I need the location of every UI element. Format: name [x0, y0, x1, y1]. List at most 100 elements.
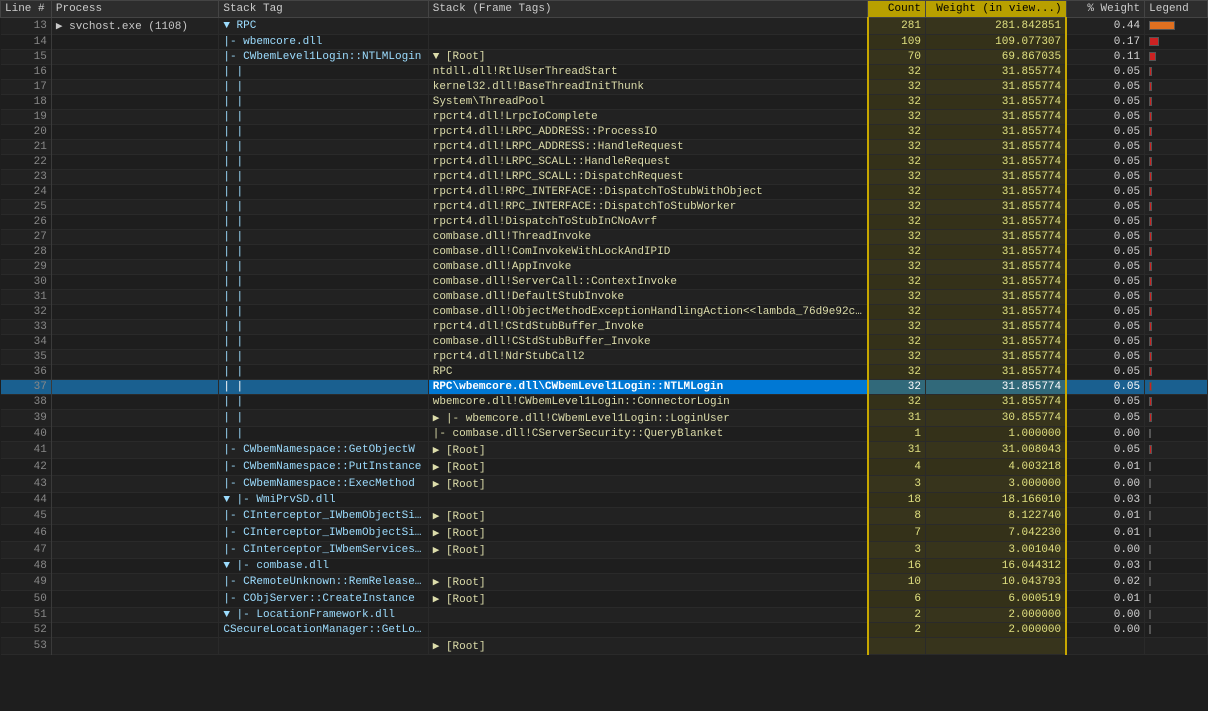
table-row[interactable]: 27 | |combase.dll!ThreadInvoke3231.85577…	[1, 230, 1208, 245]
table-row[interactable]: 22 | |rpcrt4.dll!LRPC_SCALL::HandleReque…	[1, 155, 1208, 170]
cell-process	[51, 493, 218, 508]
legend-bar	[1149, 21, 1175, 30]
table-row[interactable]: 16 | |ntdll.dll!RtlUserThreadStart3231.8…	[1, 65, 1208, 80]
table-row[interactable]: 41 |- CWbemNamespace::GetObjectW▶ [Root]…	[1, 442, 1208, 459]
table-row[interactable]: 34 | |combase.dll!CStdStubBuffer_Invoke3…	[1, 335, 1208, 350]
table-row[interactable]: 29 | |combase.dll!AppInvoke3231.8557740.…	[1, 260, 1208, 275]
cell-stack-tag: ▼ |- WmiPrvSD.dll	[219, 493, 428, 508]
cell-line: 33	[1, 320, 52, 335]
cell-process	[51, 260, 218, 275]
table-row[interactable]: 13▶ svchost.exe (1108)▼ RPC281281.842851…	[1, 18, 1208, 35]
legend-bar	[1149, 382, 1152, 391]
cell-frame-tags: combase.dll!ThreadInvoke	[428, 230, 868, 245]
cell-process	[51, 290, 218, 305]
legend-bar	[1149, 397, 1152, 406]
header-legend[interactable]: Legend	[1145, 1, 1208, 18]
legend-bar	[1149, 37, 1159, 46]
table-row[interactable]: 18 | |System\ThreadPool3231.8557740.05	[1, 95, 1208, 110]
table-row[interactable]: 39 | |▶ |- wbemcore.dll!CWbemLevel1Login…	[1, 410, 1208, 427]
table-row[interactable]: 23 | |rpcrt4.dll!LRPC_SCALL::DispatchReq…	[1, 170, 1208, 185]
table-row[interactable]: 50 |- CObjServer::CreateInstance▶ [Root]…	[1, 591, 1208, 608]
cell-stack-tag: |- CWbemNamespace::GetObjectW	[219, 442, 428, 459]
cell-legend	[1145, 215, 1208, 230]
table-row[interactable]: 24 | |rpcrt4.dll!RPC_INTERFACE::Dispatch…	[1, 185, 1208, 200]
table-row[interactable]: 28 | |combase.dll!ComInvokeWithLockAndIP…	[1, 245, 1208, 260]
cell-process	[51, 638, 218, 655]
cell-frame-tags: RPC\wbemcore.dll\CWbemLevel1Login::NTLML…	[428, 380, 868, 395]
header-line[interactable]: Line #	[1, 1, 52, 18]
table-row[interactable]: 35 | |rpcrt4.dll!NdrStubCall23231.855774…	[1, 350, 1208, 365]
cell-frame-tags: System\ThreadPool	[428, 95, 868, 110]
main-table-container[interactable]: Line # Process Stack Tag Stack (Frame Ta…	[0, 0, 1208, 711]
table-row[interactable]: 33 | |rpcrt4.dll!CStdStubBuffer_Invoke32…	[1, 320, 1208, 335]
profiler-table: Line # Process Stack Tag Stack (Frame Ta…	[0, 0, 1208, 655]
cell-legend	[1145, 155, 1208, 170]
cell-frame-tags: ▶ [Root]	[428, 508, 868, 525]
table-row[interactable]: 45 |- CInterceptor_IWbemObjectSink::SetS…	[1, 508, 1208, 525]
legend-bar	[1149, 445, 1152, 454]
legend-bar	[1149, 52, 1156, 61]
table-row[interactable]: 14 |- wbemcore.dll109109.0773070.17	[1, 35, 1208, 50]
cell-stack-tag: | |	[219, 230, 428, 245]
table-row[interactable]: 32 | |combase.dll!ObjectMethodExceptionH…	[1, 305, 1208, 320]
table-row[interactable]: 37 | |RPC\wbemcore.dll\CWbemLevel1Login:…	[1, 380, 1208, 395]
table-row[interactable]: 49 |- CRemoteUnknown::RemReleaseWorker▶ …	[1, 574, 1208, 591]
table-row[interactable]: 17 | |kernel32.dll!BaseThreadInitThunk32…	[1, 80, 1208, 95]
cell-count: 32	[868, 305, 926, 320]
header-weight[interactable]: Weight (in view...)	[925, 1, 1066, 18]
table-row[interactable]: 15 |- CWbemLevel1Login::NTLMLogin▼ [Root…	[1, 50, 1208, 65]
cell-line: 53	[1, 638, 52, 655]
cell-pct-weight: 0.05	[1066, 140, 1145, 155]
cell-pct-weight: 0.17	[1066, 35, 1145, 50]
header-process[interactable]: Process	[51, 1, 218, 18]
cell-process	[51, 380, 218, 395]
cell-legend	[1145, 542, 1208, 559]
table-row[interactable]: 43 |- CWbemNamespace::ExecMethod▶ [Root]…	[1, 476, 1208, 493]
cell-weight: 31.855774	[925, 140, 1066, 155]
table-row[interactable]: 48 ▼ |- combase.dll1616.0443120.03	[1, 559, 1208, 574]
table-row[interactable]: 42 |- CWbemNamespace::PutInstance▶ [Root…	[1, 459, 1208, 476]
cell-weight: 31.855774	[925, 290, 1066, 305]
table-row[interactable]: 26 | |rpcrt4.dll!DispatchToStubInCNoAvrf…	[1, 215, 1208, 230]
legend-bar	[1149, 157, 1152, 166]
cell-line: 47	[1, 542, 52, 559]
table-row[interactable]: 52 CSecureLocationManager::GetLocationSe…	[1, 623, 1208, 638]
table-row[interactable]: 44 ▼ |- WmiPrvSD.dll1818.1660100.03	[1, 493, 1208, 508]
legend-bar	[1149, 610, 1151, 619]
cell-line: 24	[1, 185, 52, 200]
cell-count: 32	[868, 275, 926, 290]
table-row[interactable]: 38 | |wbemcore.dll!CWbemLevel1Login::Con…	[1, 395, 1208, 410]
cell-line: 39	[1, 410, 52, 427]
cell-frame-tags: ▶ [Root]	[428, 591, 868, 608]
header-count[interactable]: Count	[868, 1, 926, 18]
table-row[interactable]: 25 | |rpcrt4.dll!RPC_INTERFACE::Dispatch…	[1, 200, 1208, 215]
table-row[interactable]: 31 | |combase.dll!DefaultStubInvoke3231.…	[1, 290, 1208, 305]
cell-stack-tag: ▼ |- LocationFramework.dll	[219, 608, 428, 623]
table-row[interactable]: 19 | |rpcrt4.dll!LrpcIoComplete3231.8557…	[1, 110, 1208, 125]
header-frame-tags[interactable]: Stack (Frame Tags)	[428, 1, 868, 18]
table-row[interactable]: 20 | |rpcrt4.dll!LRPC_ADDRESS::ProcessIO…	[1, 125, 1208, 140]
cell-stack-tag: | |	[219, 395, 428, 410]
header-pct-weight[interactable]: % Weight	[1066, 1, 1145, 18]
table-row[interactable]: 36 | |RPC3231.8557740.05	[1, 365, 1208, 380]
cell-line: 40	[1, 427, 52, 442]
cell-count: 32	[868, 230, 926, 245]
cell-process	[51, 459, 218, 476]
header-stack-tag[interactable]: Stack Tag	[219, 1, 428, 18]
cell-frame-tags	[428, 35, 868, 50]
cell-stack-tag: | |	[219, 80, 428, 95]
cell-line: 31	[1, 290, 52, 305]
table-row[interactable]: 30 | |combase.dll!ServerCall::ContextInv…	[1, 275, 1208, 290]
table-row[interactable]: 51 ▼ |- LocationFramework.dll22.0000000.…	[1, 608, 1208, 623]
table-row[interactable]: 47 |- CInterceptor_IWbemServices_Interce…	[1, 542, 1208, 559]
legend-bar	[1149, 112, 1152, 121]
cell-frame-tags	[428, 559, 868, 574]
legend-bar	[1149, 462, 1151, 471]
table-row[interactable]: 40 | ||- combase.dll!CServerSecurity::Qu…	[1, 427, 1208, 442]
table-row[interactable]: 21 | |rpcrt4.dll!LRPC_ADDRESS::HandleReq…	[1, 140, 1208, 155]
cell-line: 25	[1, 200, 52, 215]
cell-stack-tag: | |	[219, 125, 428, 140]
table-row[interactable]: 46 |- CInterceptor_IWbemObjectSink::Indi…	[1, 525, 1208, 542]
cell-weight: 31.855774	[925, 275, 1066, 290]
table-row[interactable]: 53▶ [Root]	[1, 638, 1208, 655]
